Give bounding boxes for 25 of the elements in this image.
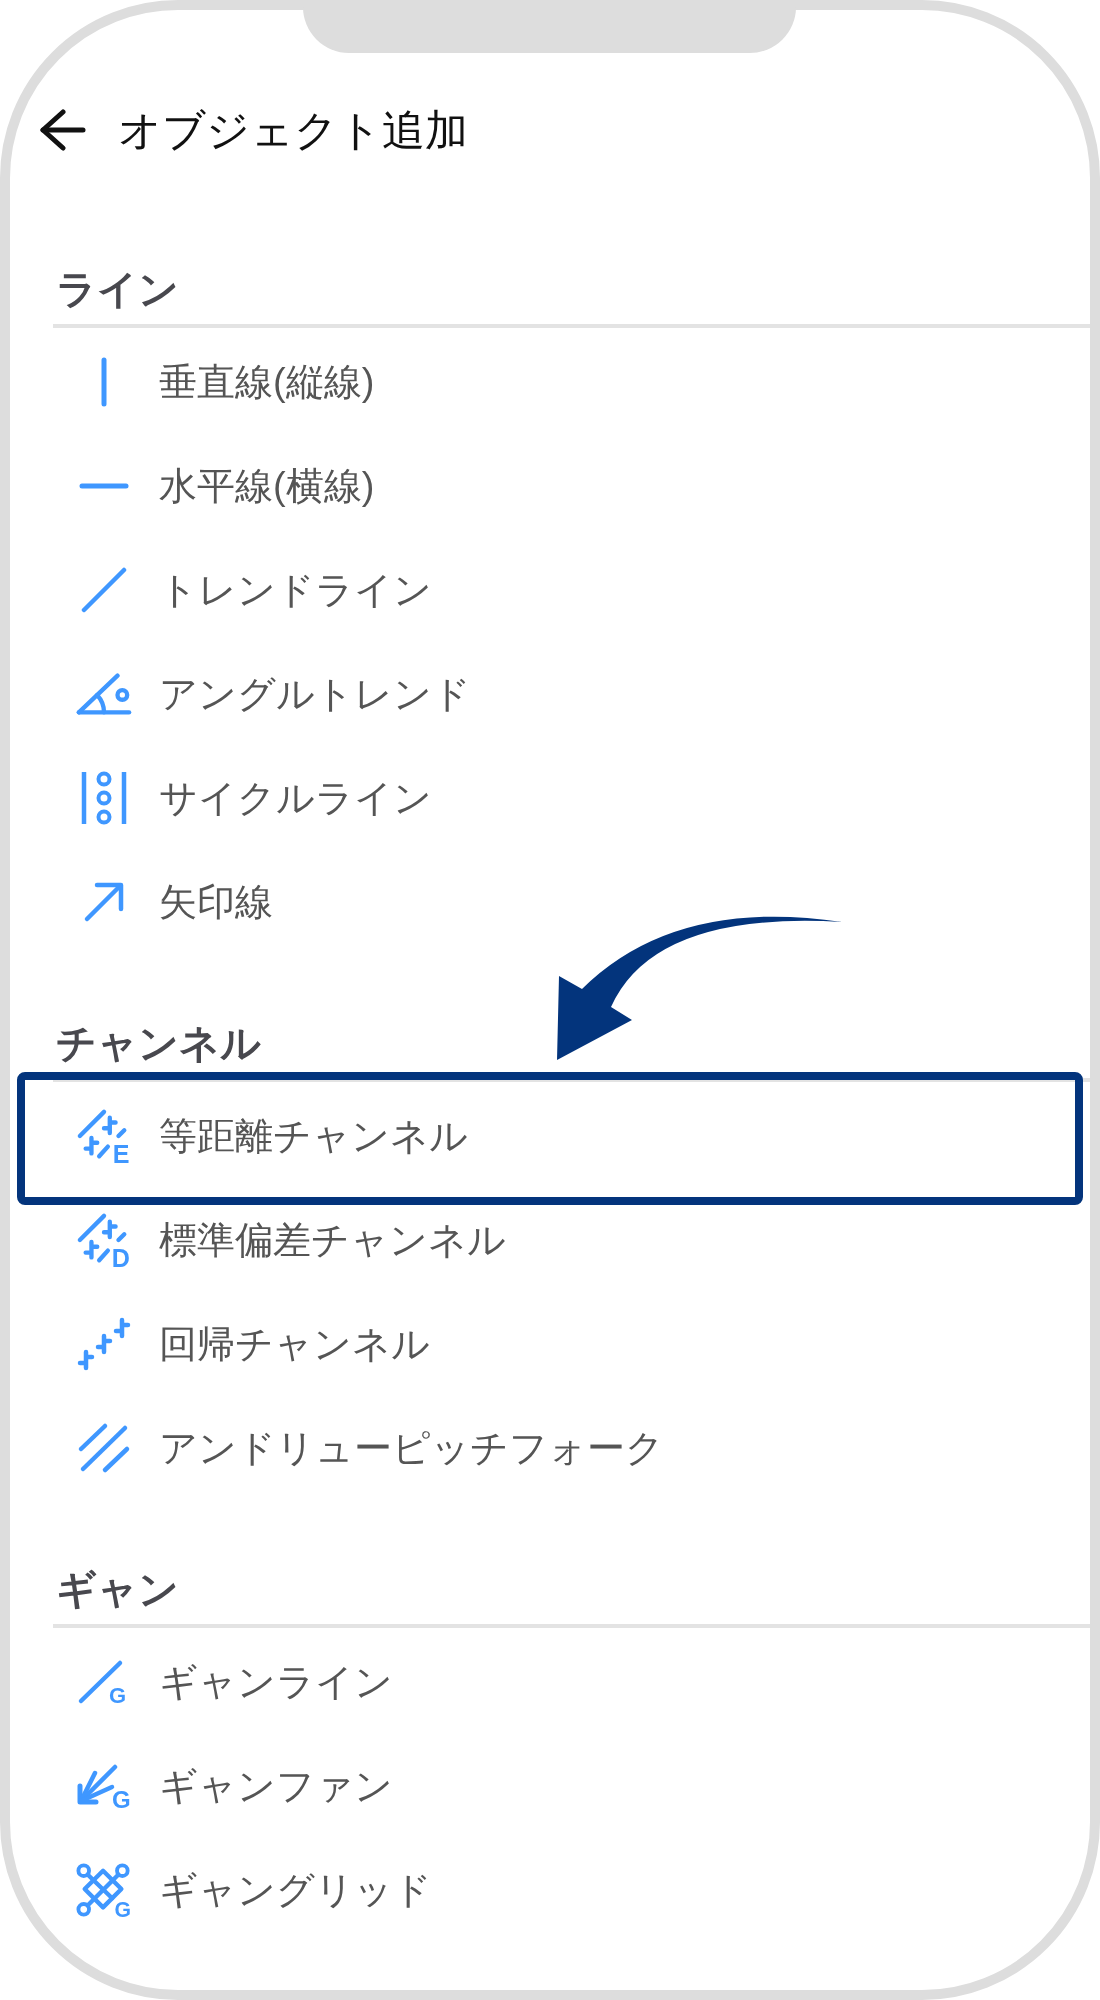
menu-item[interactable]: サイクルライン	[10, 746, 1090, 850]
horizontal-line-icon	[79, 483, 129, 489]
menu-item[interactable]: 矢印線	[10, 850, 1090, 954]
menu-item[interactable]: G ギャンライン	[10, 1630, 1090, 1734]
parallel-lines-icon	[77, 1422, 131, 1474]
menu-item[interactable]: G ギャンファン	[10, 1734, 1090, 1838]
vertical-line-icon	[101, 357, 107, 407]
menu-item[interactable]: アンドリューピッチフォーク	[10, 1396, 1090, 1500]
menu-item[interactable]: 垂直線(縦線)	[10, 330, 1090, 434]
menu-item[interactable]: E 等距離チャンネル	[10, 1084, 1090, 1188]
section-heading: ライン	[56, 267, 179, 311]
up-right-arrow-icon	[83, 881, 125, 923]
diagonal-line-icon	[81, 567, 127, 613]
menu-item[interactable]: G ギャングリッド	[10, 1838, 1090, 1942]
section-heading: ギャン	[56, 1567, 179, 1611]
menu-item[interactable]: トレンドライン	[10, 538, 1090, 642]
angle-icon	[76, 671, 132, 717]
section-heading: チャンネル	[56, 1021, 261, 1065]
menu-item[interactable]: D 標準偏差チャンネル	[10, 1188, 1090, 1292]
bars-and-circles-icon	[80, 769, 128, 827]
menu-item[interactable]: 回帰チャンネル	[10, 1292, 1090, 1396]
staircase-icon	[77, 1317, 131, 1371]
menu-item[interactable]: 水平線(横線)	[10, 434, 1090, 538]
menu-item[interactable]: アングルトレンド	[10, 642, 1090, 746]
page-title: オブジェクト追加	[118, 110, 468, 150]
